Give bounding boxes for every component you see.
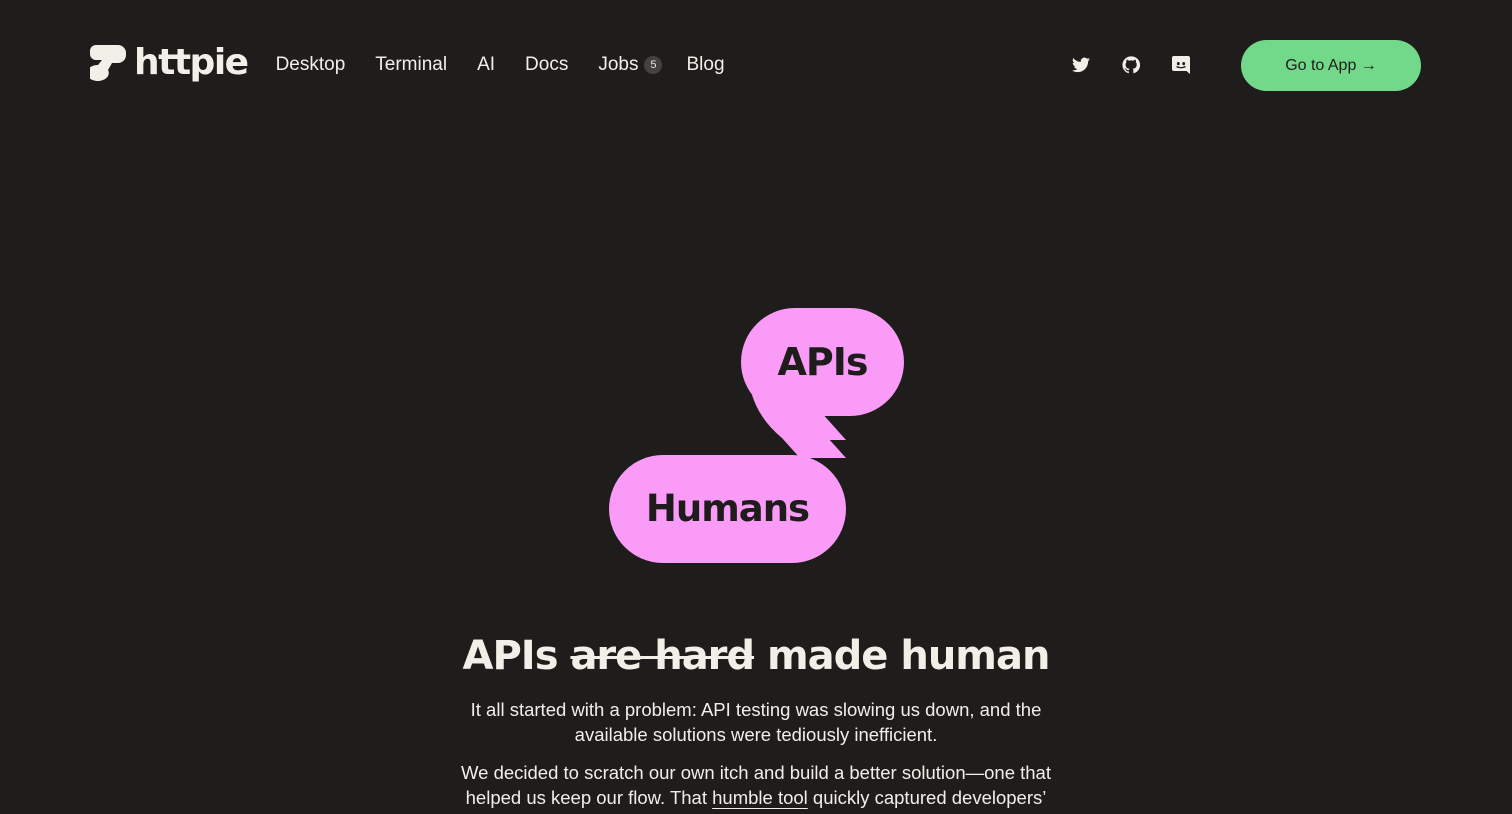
- httpie-logo-icon: [90, 45, 126, 81]
- pill-humans-label: Humans: [645, 487, 810, 530]
- pill-apis-label: APIs: [777, 340, 868, 384]
- github-icon: [1122, 56, 1140, 74]
- nav-docs[interactable]: Docs: [525, 54, 568, 76]
- discord-link[interactable]: [1168, 52, 1194, 78]
- nav-blog[interactable]: Blog: [686, 54, 724, 76]
- github-link[interactable]: [1118, 52, 1144, 78]
- intro-paragraph-2-end: quickly captured developers’: [812, 787, 1047, 808]
- discord-icon: [1172, 56, 1190, 74]
- brand-name: httpie: [134, 42, 249, 83]
- headline-apis: APIs: [462, 633, 559, 679]
- twitter-icon: [1072, 57, 1090, 73]
- logo-link[interactable]: httpie: [90, 42, 249, 86]
- nav-desktop[interactable]: Desktop: [276, 54, 346, 76]
- page: httpie Desktop Terminal AI Docs Jobs 5 B…: [0, 0, 1512, 814]
- nav-links: Desktop Terminal AI Docs Jobs 5 Blog: [276, 54, 755, 76]
- intro-paragraph-1: It all started with a problem: API testi…: [470, 699, 1042, 745]
- twitter-link[interactable]: [1068, 52, 1094, 78]
- hero-headline: APIs are hard made human: [0, 630, 1512, 682]
- humble-tool-link[interactable]: humble tool: [712, 787, 808, 808]
- headline-strikethrough: are hard: [570, 633, 755, 679]
- nav-ai[interactable]: AI: [477, 54, 495, 76]
- headline-made-human: made human: [766, 633, 1050, 679]
- nav-terminal[interactable]: Terminal: [375, 54, 447, 76]
- nav-jobs-label: Jobs: [598, 54, 639, 75]
- social-links: [1068, 52, 1218, 78]
- top-nav: httpie Desktop Terminal AI Docs Jobs 5 B…: [90, 40, 755, 90]
- jobs-count-badge: 5: [644, 56, 663, 74]
- go-to-app-button[interactable]: Go to App →: [1241, 40, 1421, 91]
- intro-paragraph-2: We decided to scratch our own itch and b…: [446, 760, 1066, 810]
- nav-jobs[interactable]: Jobs 5: [598, 54, 663, 76]
